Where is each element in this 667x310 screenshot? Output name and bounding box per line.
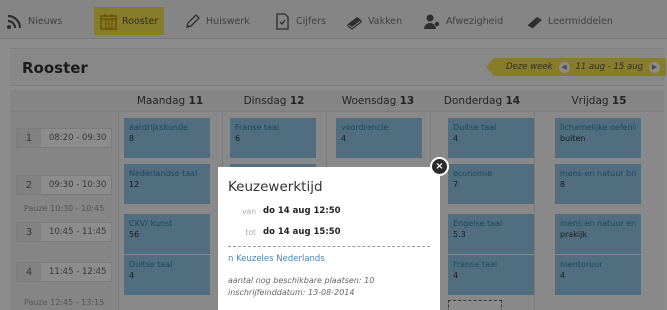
available-places: aantal nog beschikbare plaatsen: 10 (228, 276, 375, 285)
divider (228, 246, 430, 247)
modal-title: Keuzewerktijd (228, 179, 323, 195)
to-label: tot (245, 227, 256, 237)
from-row: van do 14 aug 12:50 (228, 206, 430, 216)
registration-deadline: inschrijfeinddatum: 13-08-2014 (228, 288, 355, 297)
close-icon[interactable]: × (430, 157, 449, 176)
elective-link[interactable]: n Keuzeles Nederlands (228, 254, 430, 264)
to-row: tot do 14 aug 15:50 (228, 227, 430, 237)
modal-note: aantal nog beschikbare plaatsen: 10 insc… (228, 275, 430, 299)
to-value: do 14 aug 15:50 (263, 227, 341, 237)
lesson-detail-modal: Keuzewerktijd van do 14 aug 12:50 tot do… (218, 167, 440, 310)
from-value: do 14 aug 12:50 (263, 206, 341, 216)
from-label: van (242, 206, 256, 216)
